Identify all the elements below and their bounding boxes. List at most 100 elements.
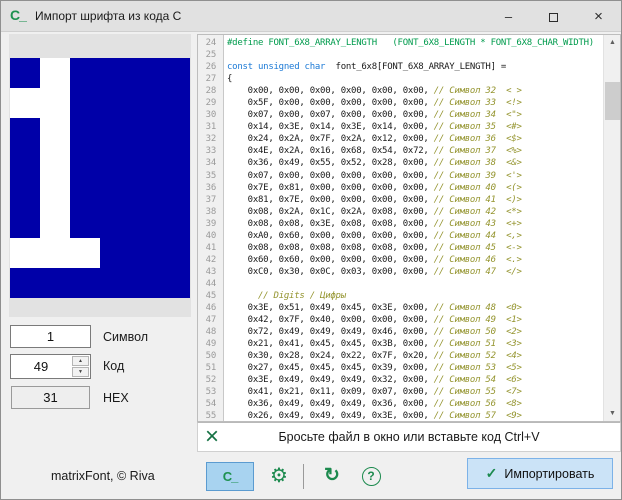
line-number: 49 — [205, 339, 217, 350]
code-spin-buttons: ▲ ▼ — [72, 356, 89, 377]
window-title: Импорт шрифта из кода C — [35, 9, 182, 23]
code-line[interactable]: 32 0x24, 0x2A, 0x7F, 0x2A, 0x12, 0x00, /… — [198, 133, 620, 145]
line-content: 0x41, 0x21, 0x11, 0x09, 0x07, 0x00, // С… — [227, 387, 522, 398]
code-line[interactable]: 53 0x41, 0x21, 0x11, 0x09, 0x07, 0x00, /… — [198, 386, 620, 398]
symbol-input[interactable] — [10, 325, 91, 348]
code-line[interactable]: 42 0x60, 0x60, 0x00, 0x00, 0x00, 0x00, /… — [198, 254, 620, 266]
code-line[interactable]: 37 0x81, 0x7E, 0x00, 0x00, 0x00, 0x00, /… — [198, 194, 620, 206]
code-line[interactable]: 30 0x07, 0x00, 0x07, 0x00, 0x00, 0x00, /… — [198, 109, 620, 121]
maximize-icon — [549, 13, 558, 23]
pixel-cell — [10, 178, 40, 208]
pixel-cell — [40, 58, 70, 88]
line-content: 0x3E, 0x51, 0x49, 0x45, 0x3E, 0x00, // С… — [227, 303, 522, 314]
code-line[interactable]: 35 0x07, 0x00, 0x00, 0x00, 0x00, 0x00, /… — [198, 170, 620, 182]
code-line[interactable]: 43 0xC0, 0x30, 0x0C, 0x03, 0x00, 0x00, /… — [198, 266, 620, 278]
spin-up-button[interactable]: ▲ — [72, 356, 89, 366]
line-number: 52 — [205, 375, 217, 386]
help-question-glyph: ? — [361, 467, 381, 486]
code-line[interactable]: 38 0x08, 0x2A, 0x1C, 0x2A, 0x08, 0x00, /… — [198, 206, 620, 218]
code-line[interactable]: 49 0x21, 0x41, 0x45, 0x45, 0x3B, 0x00, /… — [198, 338, 620, 350]
code-line[interactable]: 36 0x7E, 0x81, 0x00, 0x00, 0x00, 0x00, /… — [198, 182, 620, 194]
pixel-cell — [10, 148, 40, 178]
pixel-cell — [70, 148, 100, 178]
settings-gear-icon[interactable]: ⚙ — [265, 462, 293, 491]
code-line[interactable]: 50 0x30, 0x28, 0x24, 0x22, 0x7F, 0x20, /… — [198, 350, 620, 362]
code-line[interactable]: 51 0x27, 0x45, 0x45, 0x45, 0x39, 0x00, /… — [198, 362, 620, 374]
minimize-button[interactable]: – — [486, 1, 531, 32]
pixel-cell — [100, 148, 130, 178]
line-number: 33 — [205, 146, 217, 157]
code-line[interactable]: 39 0x08, 0x08, 0x3E, 0x08, 0x08, 0x00, /… — [198, 218, 620, 230]
code-line[interactable]: 24 #define FONT_6X8_ARRAY_LENGTH (FONT_6X… — [198, 37, 620, 49]
pixel-cell — [10, 268, 40, 298]
scroll-down-arrow[interactable]: ▼ — [604, 406, 620, 421]
line-number: 54 — [205, 399, 217, 410]
code-line[interactable]: 46 0x3E, 0x51, 0x49, 0x45, 0x3E, 0x00, /… — [198, 302, 620, 314]
help-icon[interactable]: ? — [357, 462, 385, 491]
pixel-cell — [10, 58, 40, 88]
code-line[interactable]: 33 0x4E, 0x2A, 0x16, 0x68, 0x54, 0x72, /… — [198, 145, 620, 157]
close-button[interactable]: × — [576, 1, 621, 32]
line-number: 34 — [205, 158, 217, 169]
maximize-button[interactable] — [531, 1, 576, 32]
code-line[interactable]: 27 { — [198, 73, 620, 85]
line-content: 0x24, 0x2A, 0x7F, 0x2A, 0x12, 0x00, // С… — [227, 134, 522, 145]
code-input[interactable] — [11, 355, 71, 378]
line-number: 28 — [205, 86, 217, 97]
pixel-cell — [70, 58, 100, 88]
refresh-icon[interactable]: ↻ — [318, 462, 346, 491]
pixel-cell — [100, 208, 130, 238]
code-line[interactable]: 26 const unsigned char font_6x8[FONT_6X8_… — [198, 61, 620, 73]
pixel-cell — [160, 88, 190, 118]
scroll-up-arrow[interactable]: ▲ — [604, 35, 620, 50]
c-code-toggle-button[interactable]: C_ — [206, 462, 254, 491]
vertical-scrollbar[interactable]: ▲ ▼ — [603, 35, 620, 421]
code-line[interactable]: 45 // Digits / Цифры — [198, 290, 620, 302]
line-content: 0x14, 0x3E, 0x14, 0x3E, 0x14, 0x00, // С… — [227, 122, 522, 133]
line-content — [220, 278, 227, 290]
line-content: 0x3E, 0x49, 0x49, 0x49, 0x32, 0x00, // С… — [227, 375, 522, 386]
pixel-cell — [130, 118, 160, 148]
code-line[interactable]: 52 0x3E, 0x49, 0x49, 0x49, 0x32, 0x00, /… — [198, 374, 620, 386]
code-line[interactable]: 31 0x14, 0x3E, 0x14, 0x3E, 0x14, 0x00, /… — [198, 121, 620, 133]
line-number: 36 — [205, 182, 217, 193]
code-line[interactable]: 29 0x5F, 0x00, 0x00, 0x00, 0x00, 0x00, /… — [198, 97, 620, 109]
line-content: 0x00, 0x00, 0x00, 0x00, 0x00, 0x00, // С… — [227, 86, 522, 97]
code-line[interactable]: 55 0x26, 0x49, 0x49, 0x49, 0x3E, 0x00, /… — [198, 410, 620, 421]
pixel-cell — [100, 118, 130, 148]
pixel-cell — [40, 178, 70, 208]
pixel-cell — [160, 238, 190, 268]
code-text[interactable]: 24 #define FONT_6X8_ARRAY_LENGTH (FONT_6X… — [198, 37, 620, 421]
line-content: 0xA0, 0x60, 0x00, 0x00, 0x00, 0x00, // С… — [227, 230, 522, 241]
code-line[interactable]: 28 0x00, 0x00, 0x00, 0x00, 0x00, 0x00, /… — [198, 85, 620, 97]
code-line[interactable]: 54 0x36, 0x49, 0x49, 0x49, 0x36, 0x00, /… — [198, 398, 620, 410]
line-number: 38 — [205, 206, 217, 217]
code-line[interactable]: 48 0x72, 0x49, 0x49, 0x49, 0x46, 0x00, /… — [198, 326, 620, 338]
code-line[interactable]: 34 0x36, 0x49, 0x55, 0x52, 0x28, 0x00, /… — [198, 157, 620, 169]
line-number: 26 — [205, 62, 217, 73]
scrollbar-thumb[interactable] — [605, 82, 620, 120]
line-number: 24 — [205, 38, 217, 48]
code-line[interactable]: 25 — [198, 49, 620, 61]
import-button[interactable]: ✓ Импортировать — [467, 458, 613, 489]
pixel-cell — [130, 148, 160, 178]
line-content: 0x36, 0x49, 0x55, 0x52, 0x28, 0x00, // С… — [227, 158, 522, 169]
pixel-cell — [40, 88, 70, 118]
code-editor[interactable]: 24 #define FONT_6X8_ARRAY_LENGTH (FONT_6X… — [197, 34, 621, 422]
pixel-cell — [100, 88, 130, 118]
code-line[interactable]: 47 0x42, 0x7F, 0x40, 0x00, 0x00, 0x00, /… — [198, 314, 620, 326]
code-line[interactable]: 44 — [198, 278, 620, 290]
line-content: 0x07, 0x00, 0x07, 0x00, 0x00, 0x00, // С… — [227, 110, 522, 121]
app-icon: C_ — [10, 7, 27, 23]
line-content: 0x36, 0x49, 0x49, 0x49, 0x36, 0x00, // С… — [227, 399, 522, 410]
code-line[interactable]: 41 0x08, 0x08, 0x08, 0x08, 0x08, 0x00, /… — [198, 242, 620, 254]
line-number: 31 — [205, 122, 217, 133]
line-number: 47 — [205, 315, 217, 326]
line-number: 25 — [205, 50, 217, 61]
code-line[interactable]: 40 0xA0, 0x60, 0x00, 0x00, 0x00, 0x00, /… — [198, 230, 620, 242]
line-content: { — [227, 74, 233, 85]
spin-down-button[interactable]: ▼ — [72, 367, 89, 377]
line-content: 0x7E, 0x81, 0x00, 0x00, 0x00, 0x00, // С… — [227, 182, 522, 193]
drop-hint-text: Бросьте файл в окно или вставьте код Ctr… — [278, 430, 540, 444]
pixel-cell — [160, 268, 190, 298]
